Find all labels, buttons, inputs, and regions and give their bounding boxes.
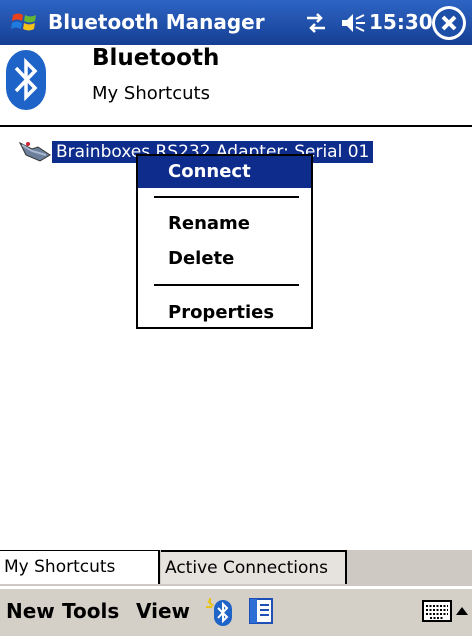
menu-new[interactable]: New xyxy=(6,599,55,623)
menu-item-delete[interactable]: Delete xyxy=(138,243,311,275)
connectivity-icon[interactable] xyxy=(305,12,327,34)
page-subtitle: My Shortcuts xyxy=(92,83,210,104)
menu-item-rename[interactable]: Rename xyxy=(138,208,311,240)
menu-view[interactable]: View xyxy=(136,599,190,623)
window-title: Bluetooth Manager xyxy=(48,10,265,34)
menu-item-connect[interactable]: Connect xyxy=(138,156,311,188)
tab-active-connections[interactable]: Active Connections xyxy=(161,550,347,584)
volume-icon[interactable] xyxy=(340,11,366,35)
title-bar: Bluetooth Manager 15:30 xyxy=(0,0,472,45)
bluetooth-icon xyxy=(5,48,47,113)
clock[interactable]: 15:30 xyxy=(369,10,433,34)
menu-bar: New Tools View xyxy=(0,588,472,636)
bluetooth-menu-icon[interactable] xyxy=(204,597,234,631)
menu-separator xyxy=(154,196,299,198)
tab-my-shortcuts[interactable]: My Shortcuts xyxy=(0,550,160,584)
app-header: Bluetooth My Shortcuts xyxy=(0,45,472,127)
page-title: Bluetooth xyxy=(92,45,220,71)
chevron-up-icon[interactable] xyxy=(456,607,468,615)
close-icon[interactable] xyxy=(432,6,466,40)
keyboard-icon[interactable] xyxy=(422,600,452,622)
device-icon xyxy=(18,139,52,165)
windows-start-icon[interactable] xyxy=(10,7,40,37)
contacts-icon[interactable] xyxy=(248,597,274,629)
context-menu: Connect Rename Delete Properties xyxy=(136,154,313,329)
tab-strip: My Shortcuts Active Connections xyxy=(0,550,472,586)
menu-item-properties[interactable]: Properties xyxy=(138,297,311,329)
menu-tools[interactable]: Tools xyxy=(62,599,119,623)
menu-separator xyxy=(154,284,299,286)
